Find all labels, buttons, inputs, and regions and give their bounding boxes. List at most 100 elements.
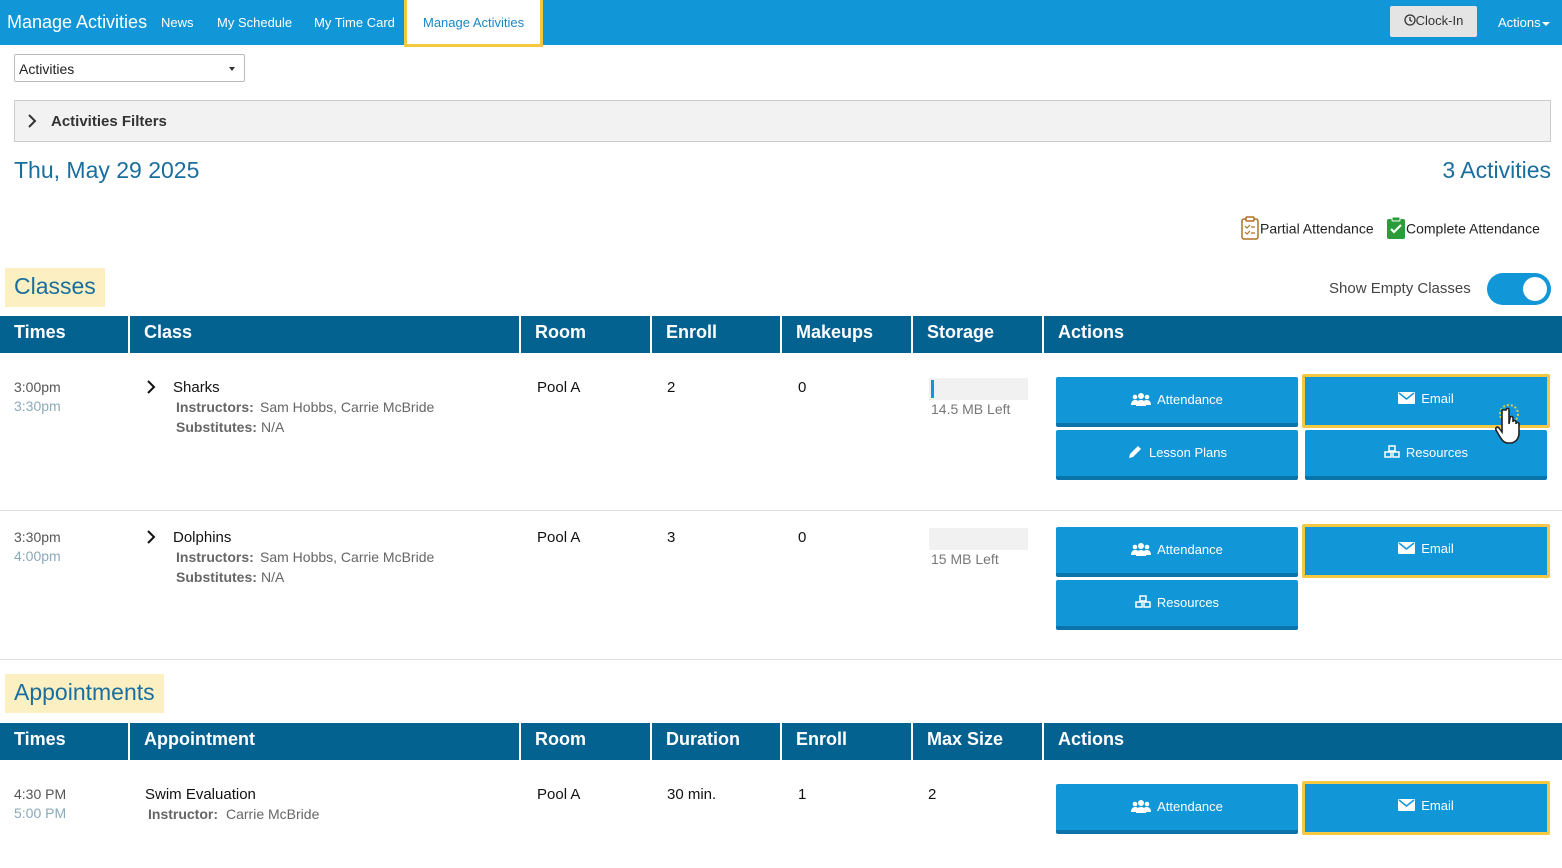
clock-in-button[interactable]: Clock-In (1390, 6, 1477, 37)
cubes-icon (1384, 445, 1400, 458)
nav-my-time-card[interactable]: My Time Card (314, 15, 395, 30)
col-max-size: Max Size (913, 723, 1044, 760)
attendance-button[interactable]: Attendance (1056, 377, 1298, 427)
resources-label: Resources (1405, 445, 1469, 460)
max-size: 2 (928, 786, 937, 803)
lesson-plans-label: Lesson Plans (1148, 445, 1228, 460)
lesson-plans-button[interactable]: Lesson Plans (1056, 430, 1298, 480)
col-makeups: Makeups (782, 316, 913, 353)
nav-my-schedule[interactable]: My Schedule (217, 15, 292, 30)
users-icon (1131, 800, 1152, 814)
substitutes-label: Substitutes: (176, 419, 257, 435)
toggle-knob (1523, 277, 1547, 301)
instructors-label: Instructors: (176, 549, 254, 565)
start-time: 4:30 PM (14, 786, 67, 802)
users-icon (1131, 543, 1152, 557)
expand-chevron-icon[interactable] (146, 530, 156, 544)
makeups: 0 (798, 379, 807, 396)
instructors-value: Sam Hobbs, Carrie McBride (260, 549, 435, 565)
classes-section-title: Classes (5, 268, 105, 307)
substitutes-value: N/A (261, 569, 285, 585)
caret-down-icon (1541, 21, 1550, 26)
start-time: 3:30pm (14, 529, 61, 545)
room: Pool A (537, 529, 581, 546)
legend-complete-label: Complete Attendance (1406, 220, 1540, 237)
hand-pointer-cursor-icon (1494, 404, 1520, 444)
view-select-value: Activities (19, 61, 75, 77)
view-select[interactable]: Activities (14, 54, 245, 82)
clipboard-partial-icon (1241, 216, 1259, 240)
activity-count: 3 Activities (1442, 157, 1551, 183)
makeups: 0 (798, 529, 807, 546)
clock-in-label: Clock-In (1415, 13, 1464, 28)
attendance-button[interactable]: Attendance (1056, 784, 1298, 834)
room: Pool A (537, 786, 581, 803)
app-title: Manage Activities (7, 12, 148, 32)
classes-table-header: Times Class Room Enroll Makeups Storage … (0, 316, 1562, 353)
current-date: Thu, May 29 2025 (14, 157, 200, 183)
row-divider (0, 659, 1562, 660)
expand-chevron-icon[interactable] (146, 380, 156, 394)
col-storage: Storage (913, 316, 1044, 353)
col-actions: Actions (1058, 322, 1125, 342)
enroll: 1 (798, 786, 807, 803)
legend-partial: Partial Attendance (1240, 216, 1374, 240)
instructor-label: Instructor: (148, 806, 218, 822)
resources-button[interactable]: Resources (1056, 580, 1298, 630)
email-label: Email (1421, 391, 1454, 406)
attendance-button[interactable]: Attendance (1056, 527, 1298, 577)
legend-partial-label: Partial Attendance (1260, 220, 1374, 237)
row-divider (0, 510, 1562, 511)
col-room: Room (521, 316, 652, 353)
envelope-icon (1398, 392, 1416, 405)
end-time: 4:00pm (14, 548, 61, 564)
nav-manage-activities[interactable]: Manage Activities (404, 0, 544, 47)
instructors-label: Instructors: (176, 399, 254, 415)
clipboard-complete-icon (1387, 216, 1405, 239)
envelope-icon (1398, 799, 1416, 812)
col-times: Times (0, 316, 130, 353)
attendance-label: Attendance (1157, 799, 1223, 814)
attendance-label: Attendance (1157, 542, 1223, 557)
substitutes-value: N/A (261, 419, 285, 435)
email-button[interactable]: Email (1302, 524, 1550, 578)
class-name[interactable]: Dolphins (173, 529, 231, 546)
email-button[interactable]: Email (1302, 781, 1550, 835)
appointments-table-header: Times Appointment Room Duration Enroll M… (0, 723, 1562, 760)
class-name[interactable]: Sharks (173, 379, 220, 396)
email-label: Email (1421, 541, 1454, 556)
room: Pool A (537, 379, 581, 396)
col-class: Class (130, 316, 521, 353)
top-nav: Manage Activities News My Schedule My Ti… (0, 0, 1562, 47)
filters-title: Activities Filters (51, 113, 167, 130)
actions-menu-label: Actions (1498, 15, 1541, 30)
col-times: Times (0, 723, 130, 760)
nav-news[interactable]: News (161, 15, 194, 30)
instructor-value: Carrie McBride (226, 806, 320, 822)
users-icon (1131, 393, 1152, 407)
envelope-icon (1398, 542, 1416, 555)
enroll: 3 (667, 529, 676, 546)
legend-complete: Complete Attendance (1386, 216, 1540, 240)
activities-filters-panel[interactable]: Activities Filters (14, 100, 1551, 142)
col-duration: Duration (652, 723, 782, 760)
pencil-icon (1128, 446, 1141, 459)
instructors-value: Sam Hobbs, Carrie McBride (260, 399, 435, 415)
end-time: 3:30pm (14, 398, 61, 414)
enroll: 2 (667, 379, 676, 396)
col-enroll: Enroll (652, 316, 782, 353)
col-enroll: Enroll (782, 723, 913, 760)
attendance-label: Attendance (1157, 392, 1223, 407)
substitutes-label: Substitutes: (176, 569, 257, 585)
clock-icon (1404, 14, 1416, 26)
show-empty-classes-toggle[interactable] (1487, 273, 1551, 305)
actions-menu[interactable]: Actions (1498, 15, 1550, 30)
cubes-icon (1135, 595, 1151, 608)
chevron-right-icon (28, 114, 37, 128)
storage-bar (929, 528, 1028, 550)
end-time: 5:00 PM (14, 805, 67, 821)
email-label: Email (1421, 798, 1454, 813)
resources-label: Resources (1156, 595, 1220, 610)
appointments-section-title: Appointments (5, 674, 164, 713)
col-actions: Actions (1058, 729, 1125, 749)
